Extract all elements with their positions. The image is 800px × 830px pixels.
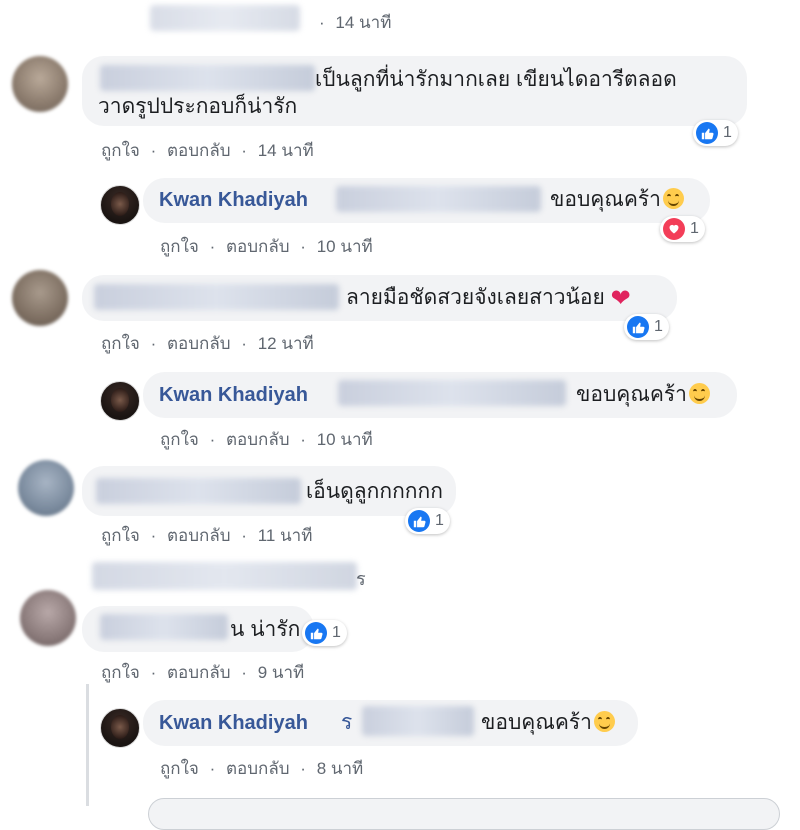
comment-meta: ถูกใจ · ตอบกลับ · 12 นาที: [101, 334, 314, 353]
like-icon: [627, 316, 649, 338]
reaction-count: 1: [435, 512, 444, 529]
commenter-name[interactable]: Kwan Khadiyah: [159, 712, 308, 735]
love-icon: [663, 218, 685, 240]
comment-text: ขอบคุณคร้า: [550, 186, 684, 214]
comment-text: ขอบคุณคร้า: [481, 709, 615, 737]
reply-link[interactable]: ตอบกลับ: [167, 141, 231, 160]
comment-text: วาดรูปประกอบก็น่ารัก: [98, 95, 298, 118]
comment-time[interactable]: 10 นาที: [317, 237, 373, 256]
like-icon: [696, 122, 718, 144]
reaction-badge[interactable]: 1: [660, 216, 705, 242]
comment-time[interactable]: 14 นาที: [258, 141, 314, 160]
comment-text: ลายมือชัดสวยจังเลยสาวน้อย ❤: [346, 285, 631, 312]
comment-time[interactable]: 9 นาที: [258, 663, 305, 682]
like-icon: [408, 510, 430, 532]
comment-time[interactable]: 10 นาที: [317, 430, 373, 449]
reply-link[interactable]: ตอบกลับ: [226, 237, 290, 256]
blurred-tag: [336, 186, 541, 212]
like-link[interactable]: ถูกใจ: [101, 663, 140, 682]
reaction-badge[interactable]: 1: [302, 620, 347, 646]
reply-input[interactable]: [148, 798, 780, 830]
comment-meta: · 14 นาที: [319, 13, 392, 32]
comment-time[interactable]: 11 นาที: [258, 526, 313, 545]
blurred-name: [94, 284, 339, 310]
reply-link[interactable]: ตอบกลับ: [167, 334, 231, 353]
comment-meta: ถูกใจ · ตอบกลับ · 9 นาที: [101, 663, 305, 682]
comment-meta: ถูกใจ · ตอบกลับ · 8 นาที: [160, 759, 364, 778]
like-icon: [305, 622, 327, 644]
comment-time[interactable]: 8 นาที: [317, 759, 364, 778]
thread-line: [86, 684, 89, 806]
like-link[interactable]: ถูกใจ: [101, 334, 140, 353]
reaction-badge[interactable]: 1: [624, 314, 669, 340]
blurred-tag: [338, 380, 566, 406]
blurred-name: [150, 5, 300, 31]
avatar[interactable]: [12, 56, 68, 112]
blurred-name: [100, 65, 315, 91]
comment-time[interactable]: 14 นาที: [335, 13, 391, 32]
like-link[interactable]: ถูกใจ: [160, 430, 199, 449]
avatar[interactable]: [100, 185, 140, 225]
reaction-count: 1: [723, 124, 732, 141]
blurred-name: [100, 614, 228, 640]
tag-prefix: ร: [341, 711, 353, 734]
comment-meta: ถูกใจ · ตอบกลับ · 10 นาที: [160, 430, 373, 449]
comment-meta: ถูกใจ · ตอบกลับ · 11 นาที: [101, 526, 313, 545]
reply-link[interactable]: ตอบกลับ: [167, 663, 231, 682]
comment-text: น น่ารัก: [230, 618, 301, 641]
view-replies-text[interactable]: ร: [356, 565, 366, 593]
reply-link[interactable]: ตอบกลับ: [226, 430, 290, 449]
reaction-count: 1: [654, 318, 663, 335]
smile-emoji-icon: [662, 188, 684, 209]
smile-emoji-icon: [593, 711, 615, 732]
avatar[interactable]: [100, 381, 140, 421]
reaction-count: 1: [332, 624, 341, 641]
comment-text: ขอบคุณคร้า: [576, 381, 710, 409]
like-link[interactable]: ถูกใจ: [101, 141, 140, 160]
avatar[interactable]: [12, 270, 68, 326]
comment-text: เอ็นดูลูกกกกกก: [306, 480, 443, 503]
like-link[interactable]: ถูกใจ: [101, 526, 140, 545]
comment-text: เป็นลูกที่น่ารักมากเลย เขียนไดอารีตลอด: [315, 68, 677, 91]
comment-time[interactable]: 12 นาที: [258, 334, 314, 353]
comment-meta: ถูกใจ · ตอบกลับ · 14 นาที: [101, 141, 314, 160]
avatar[interactable]: [100, 708, 140, 748]
comment-meta: ถูกใจ · ตอบกลับ · 10 นาที: [160, 237, 373, 256]
avatar[interactable]: [18, 460, 74, 516]
reply-link[interactable]: ตอบกลับ: [226, 759, 290, 778]
like-link[interactable]: ถูกใจ: [160, 759, 199, 778]
reply-link[interactable]: ตอบกลับ: [167, 526, 231, 545]
reaction-badge[interactable]: 1: [405, 508, 450, 534]
commenter-name[interactable]: Kwan Khadiyah: [159, 384, 308, 407]
blurred-tag: [362, 706, 474, 736]
reaction-count: 1: [690, 220, 699, 237]
avatar[interactable]: [20, 590, 76, 646]
heart-emoji-icon: ❤: [610, 285, 631, 312]
smile-emoji-icon: [688, 383, 710, 404]
blurred-view-replies: [92, 562, 357, 590]
blurred-name: [96, 478, 301, 504]
like-link[interactable]: ถูกใจ: [160, 237, 199, 256]
reaction-badge[interactable]: 1: [693, 120, 738, 146]
commenter-name[interactable]: Kwan Khadiyah: [159, 189, 308, 212]
